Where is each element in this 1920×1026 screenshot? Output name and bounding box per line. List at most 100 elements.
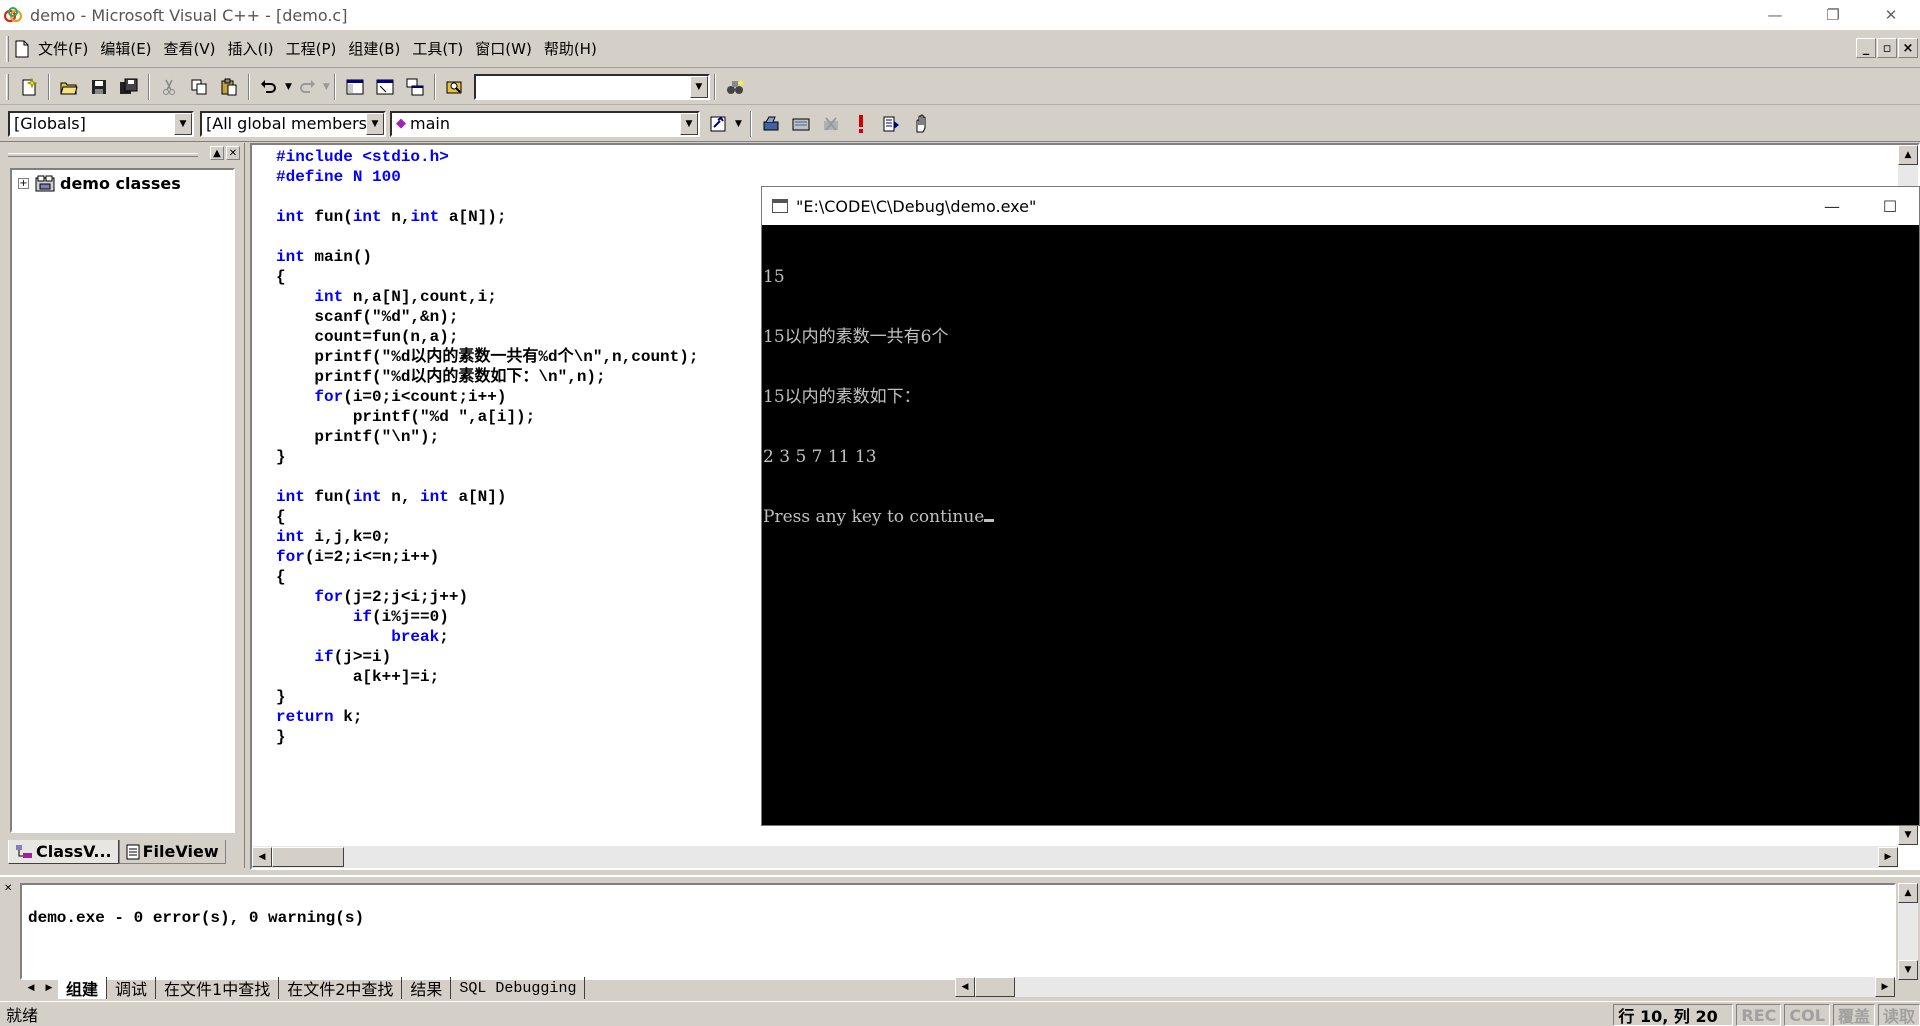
menu-tools[interactable]: 工具(T) (406, 38, 469, 59)
code-line[interactable]: count=fun(n,a); (276, 327, 698, 347)
code-line[interactable]: int fun(int n,int a[N]); (276, 207, 698, 227)
scope-dropdown-button[interactable]: ▼ (174, 112, 192, 135)
filter-dropdown-button[interactable]: ▼ (366, 112, 384, 135)
code-line[interactable]: { (276, 507, 698, 527)
tree-expand-icon[interactable]: + (18, 178, 29, 189)
menu-insert[interactable]: 插入(I) (222, 38, 280, 59)
mdi-minimize-button[interactable]: _ (1856, 38, 1876, 58)
code-line[interactable]: #define N 100 (276, 167, 698, 187)
wizard-action-button[interactable] (706, 111, 732, 137)
menu-project[interactable]: 工程(P) (280, 38, 343, 59)
workspace-close-button[interactable]: ✕ (226, 146, 240, 160)
output-toggle-button[interactable] (372, 74, 398, 100)
output-scroll-down-button[interactable]: ▼ (1898, 960, 1918, 980)
code-line[interactable]: for(j=2;j<i;j++) (276, 587, 698, 607)
code-line[interactable]: } (276, 447, 698, 467)
code-line[interactable]: if(j>=i) (276, 647, 698, 667)
tab-results[interactable]: 结果 (402, 977, 452, 999)
insert-breakpoint-button[interactable] (908, 111, 934, 137)
code-line[interactable]: int fun(int n, int a[N]) (276, 487, 698, 507)
menu-help[interactable]: 帮助(H) (538, 38, 603, 59)
stop-build-button[interactable] (818, 111, 844, 137)
horizontal-scroll-thumb[interactable] (272, 847, 344, 867)
console-title-bar[interactable]: "E:\CODE\C\Debug\demo.exe" — ☐ (762, 187, 1919, 225)
code-line[interactable]: { (276, 567, 698, 587)
menu-view[interactable]: 查看(V) (158, 38, 222, 59)
new-file-button[interactable] (16, 74, 42, 100)
build-button[interactable] (788, 111, 814, 137)
output-pane-grip[interactable]: ✕ (4, 883, 14, 913)
menu-build[interactable]: 组建(B) (342, 38, 406, 59)
code-line[interactable]: int n,a[N],count,i; (276, 287, 698, 307)
output-scroll-left-button[interactable]: ◀ (955, 977, 975, 997)
find-button[interactable] (722, 74, 748, 100)
workspace-toggle-button[interactable] (342, 74, 368, 100)
output-scroll-up-button[interactable]: ▲ (1898, 883, 1918, 903)
scope-combo[interactable]: [Globals] ▼ (8, 110, 194, 137)
close-button[interactable]: ✕ (1862, 0, 1920, 30)
cut-button[interactable] (156, 74, 182, 100)
workspace-maximize-button[interactable]: ▲ (210, 146, 224, 160)
mdi-close-button[interactable]: × (1898, 38, 1918, 58)
code-line[interactable]: printf("%d以内的素数如下：\n",n); (276, 367, 698, 387)
console-maximize-button[interactable]: ☐ (1861, 187, 1919, 225)
tab-fileview[interactable]: FileView (118, 840, 226, 864)
copy-button[interactable] (186, 74, 212, 100)
find-in-files-button[interactable] (442, 74, 468, 100)
code-line[interactable]: return k; (276, 707, 698, 727)
tab-scroll-first-icon[interactable]: ◀ (22, 979, 40, 997)
undo-button[interactable] (256, 74, 282, 100)
code-line[interactable] (276, 187, 698, 207)
output-text-area[interactable]: demo.exe - 0 error(s), 0 warning(s) (20, 883, 1896, 980)
output-scroll-thumb[interactable] (975, 977, 1015, 997)
code-line[interactable]: for(i=0;i<count;i++) (276, 387, 698, 407)
find-combo[interactable]: ▼ (473, 73, 710, 100)
save-all-button[interactable] (116, 74, 142, 100)
mdi-restore-button[interactable]: ▫ (1877, 38, 1897, 58)
redo-dropdown-icon[interactable]: ▼ (323, 82, 330, 92)
workspace-drag-grip[interactable] (8, 153, 198, 157)
code-line[interactable]: int i,j,k=0; (276, 527, 698, 547)
output-vertical-scrollbar[interactable]: ▲ ▼ (1898, 883, 1918, 980)
code-line[interactable]: } (276, 687, 698, 707)
source-code[interactable]: #include <stdio.h> #define N 100 int fun(i… (276, 147, 698, 747)
paste-button[interactable] (216, 74, 242, 100)
compile-button[interactable] (758, 111, 784, 137)
editor-horizontal-scrollbar[interactable]: ◀ ▶ (252, 846, 1898, 868)
code-line[interactable]: for(i=2;i<=n;i++) (276, 547, 698, 567)
tab-sql-debugging[interactable]: SQL Debugging (451, 977, 586, 999)
tree-item-demo-classes[interactable]: + demo classes (18, 174, 181, 193)
code-line[interactable]: printf("%d ",a[i]); (276, 407, 698, 427)
minimize-button[interactable]: — (1746, 0, 1804, 30)
code-line[interactable]: int main() (276, 247, 698, 267)
scroll-right-button[interactable]: ▶ (1878, 847, 1898, 867)
code-line[interactable]: printf("\n"); (276, 427, 698, 447)
code-line[interactable]: if(i%j==0) (276, 607, 698, 627)
window-list-button[interactable] (402, 74, 428, 100)
tab-classview[interactable]: ClassV... (8, 840, 119, 864)
code-line[interactable]: { (276, 267, 698, 287)
menu-file[interactable]: 文件(F) (32, 38, 94, 59)
code-line[interactable] (276, 467, 698, 487)
console-window[interactable]: "E:\CODE\C\Debug\demo.exe" — ☐ 15 15以内的素… (761, 186, 1920, 826)
toolbar-grip[interactable] (6, 73, 9, 100)
tab-debug[interactable]: 调试 (107, 977, 157, 999)
code-line[interactable]: scanf("%d",&n); (276, 307, 698, 327)
execute-button[interactable] (848, 111, 874, 137)
scroll-down-button[interactable]: ▼ (1898, 825, 1918, 845)
go-button[interactable] (878, 111, 904, 137)
wizard-action-dropdown-icon[interactable]: ▼ (735, 119, 742, 129)
function-dropdown-button[interactable]: ▼ (680, 112, 698, 135)
tab-find-in-files-1[interactable]: 在文件1中查找 (156, 977, 280, 999)
code-line[interactable]: printf("%d以内的素数一共有%d个\n",n,count); (276, 347, 698, 367)
tab-find-in-files-2[interactable]: 在文件2中查找 (279, 977, 403, 999)
scroll-up-button[interactable]: ▲ (1898, 145, 1918, 165)
output-horizontal-scrollbar[interactable]: ◀ ▶ (955, 977, 1895, 997)
tab-scroll-last-icon[interactable]: ▶ (40, 979, 58, 997)
code-line[interactable] (276, 227, 698, 247)
redo-button[interactable] (294, 74, 320, 100)
code-line[interactable]: break; (276, 627, 698, 647)
output-scroll-right-button[interactable]: ▶ (1875, 977, 1895, 997)
restore-button[interactable]: ❐ (1804, 0, 1862, 30)
editor-gutter[interactable] (252, 145, 274, 845)
